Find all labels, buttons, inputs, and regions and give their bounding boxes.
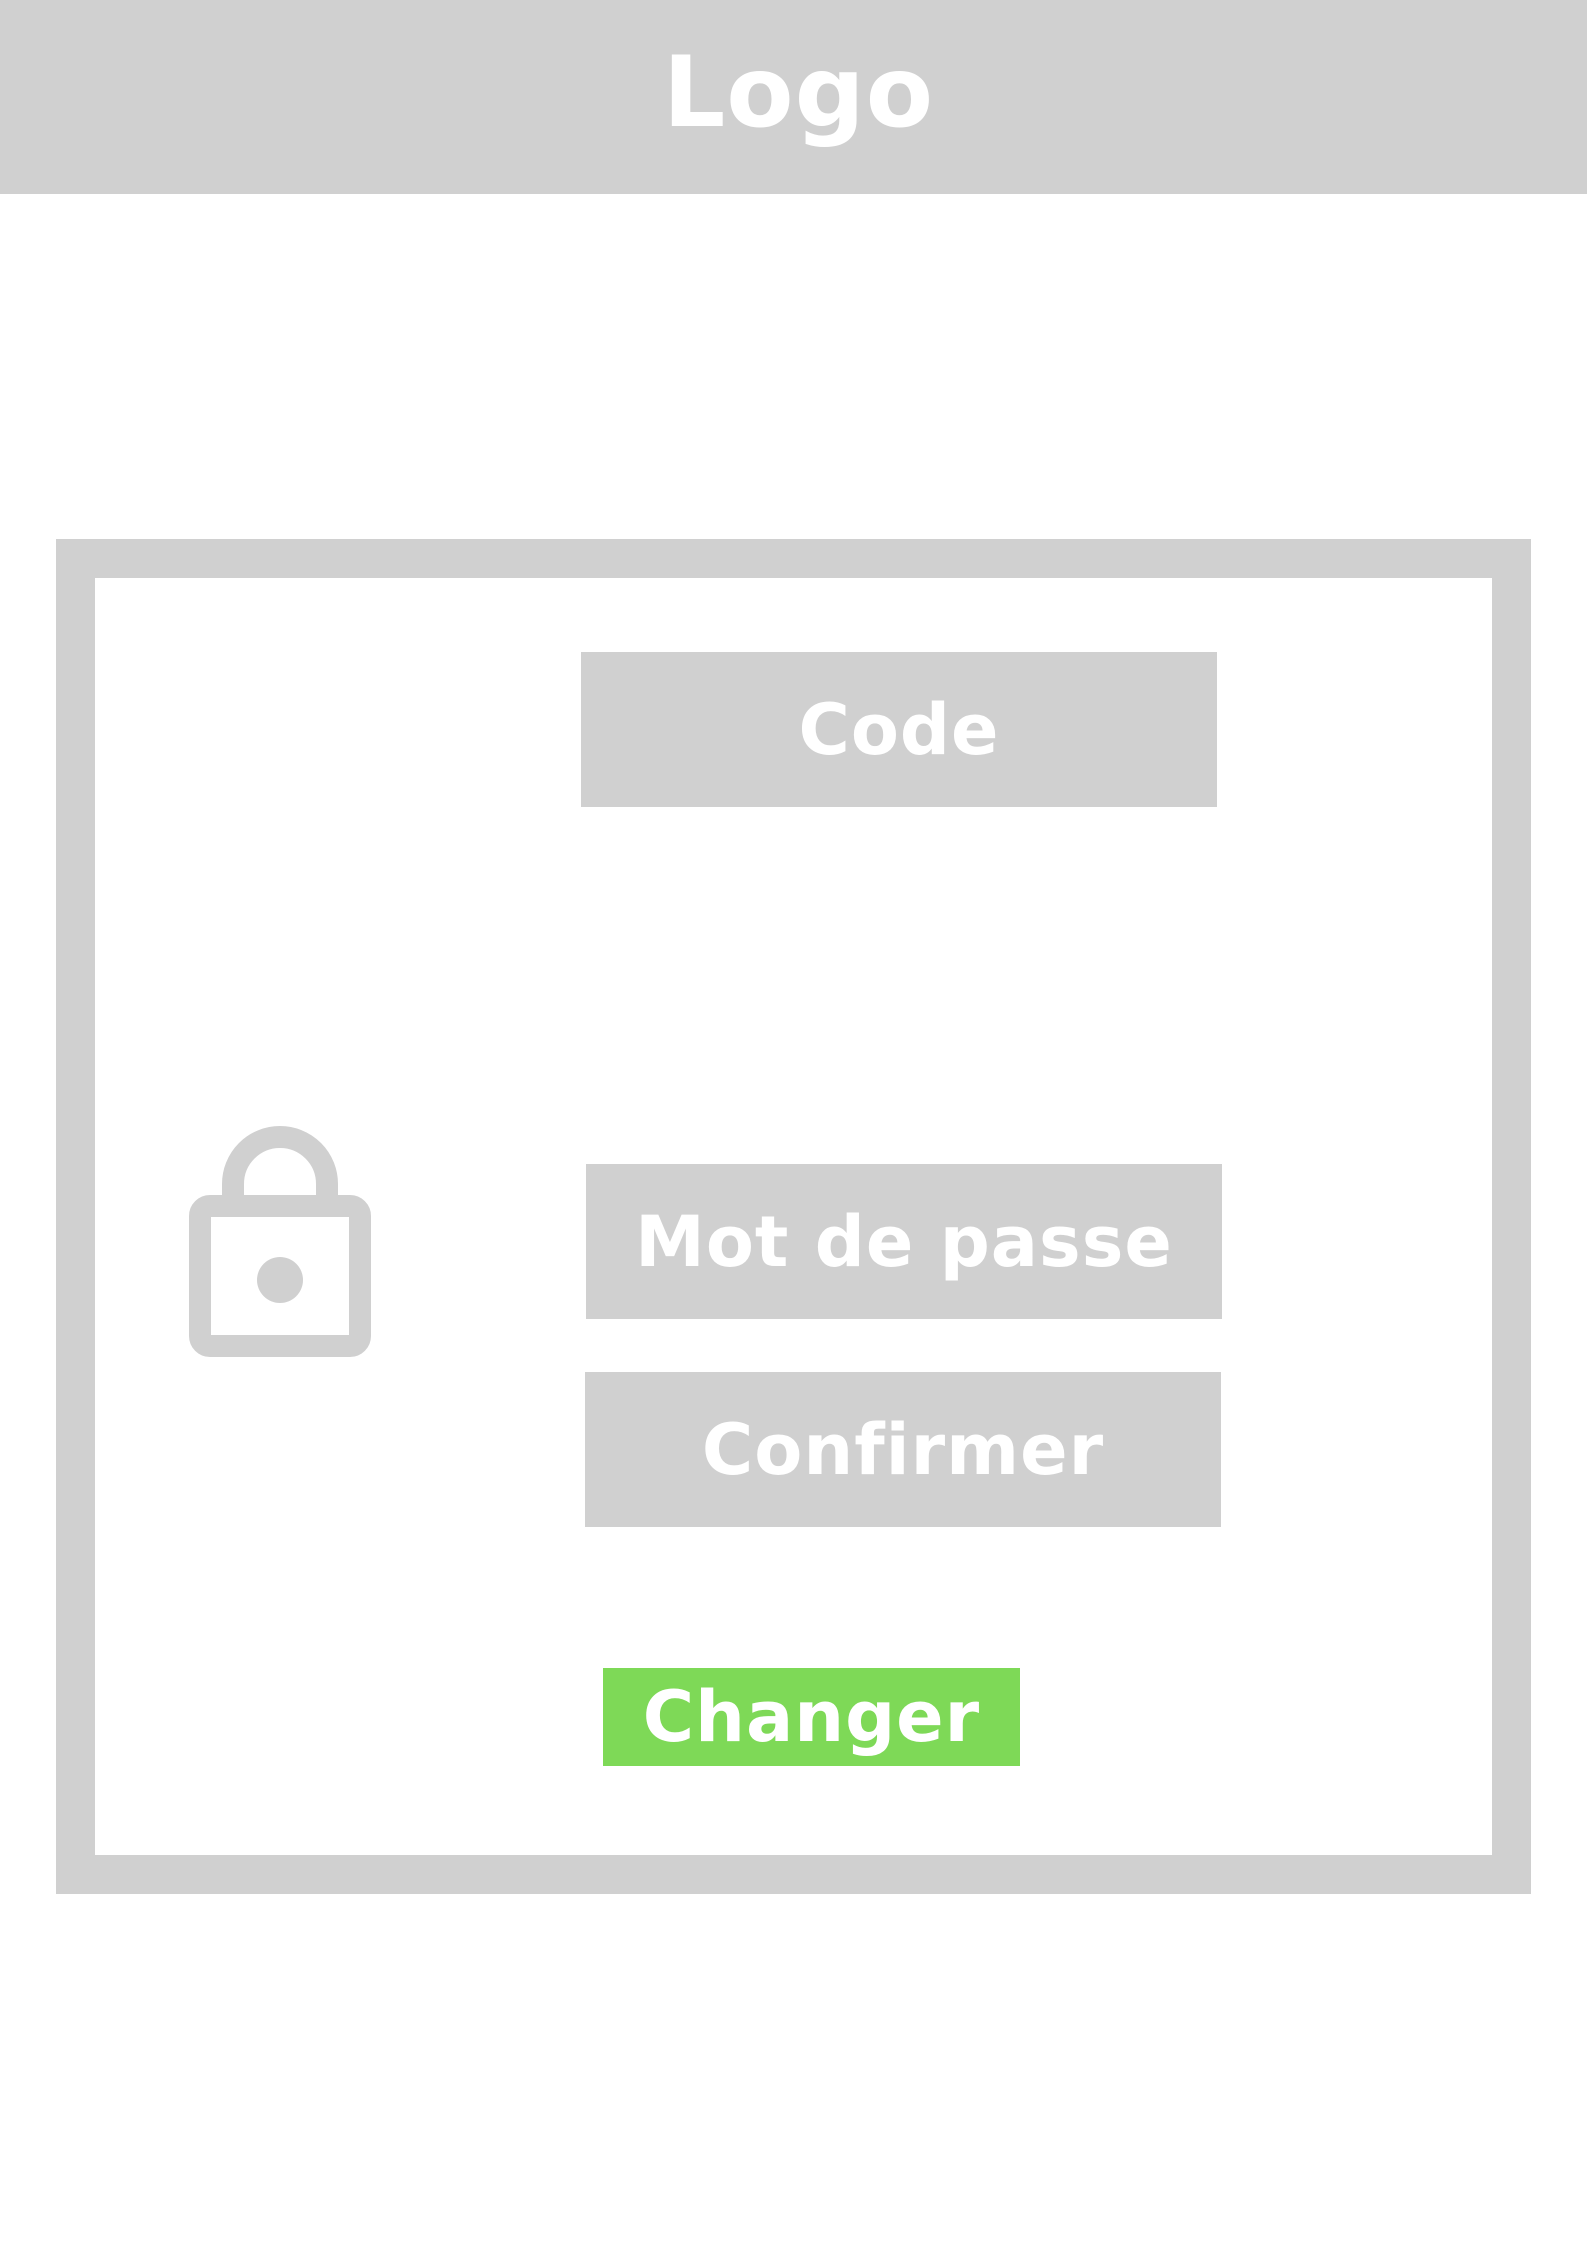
password-field[interactable]: Mot de passe: [586, 1164, 1222, 1319]
confirm-password-field[interactable]: Confirmer: [585, 1372, 1221, 1527]
code-field[interactable]: Code: [581, 652, 1217, 807]
logo: Logo: [662, 36, 935, 150]
change-button[interactable]: Changer: [603, 1668, 1020, 1766]
header-bar: Logo: [0, 0, 1587, 194]
lock-icon: [189, 1126, 371, 1357]
